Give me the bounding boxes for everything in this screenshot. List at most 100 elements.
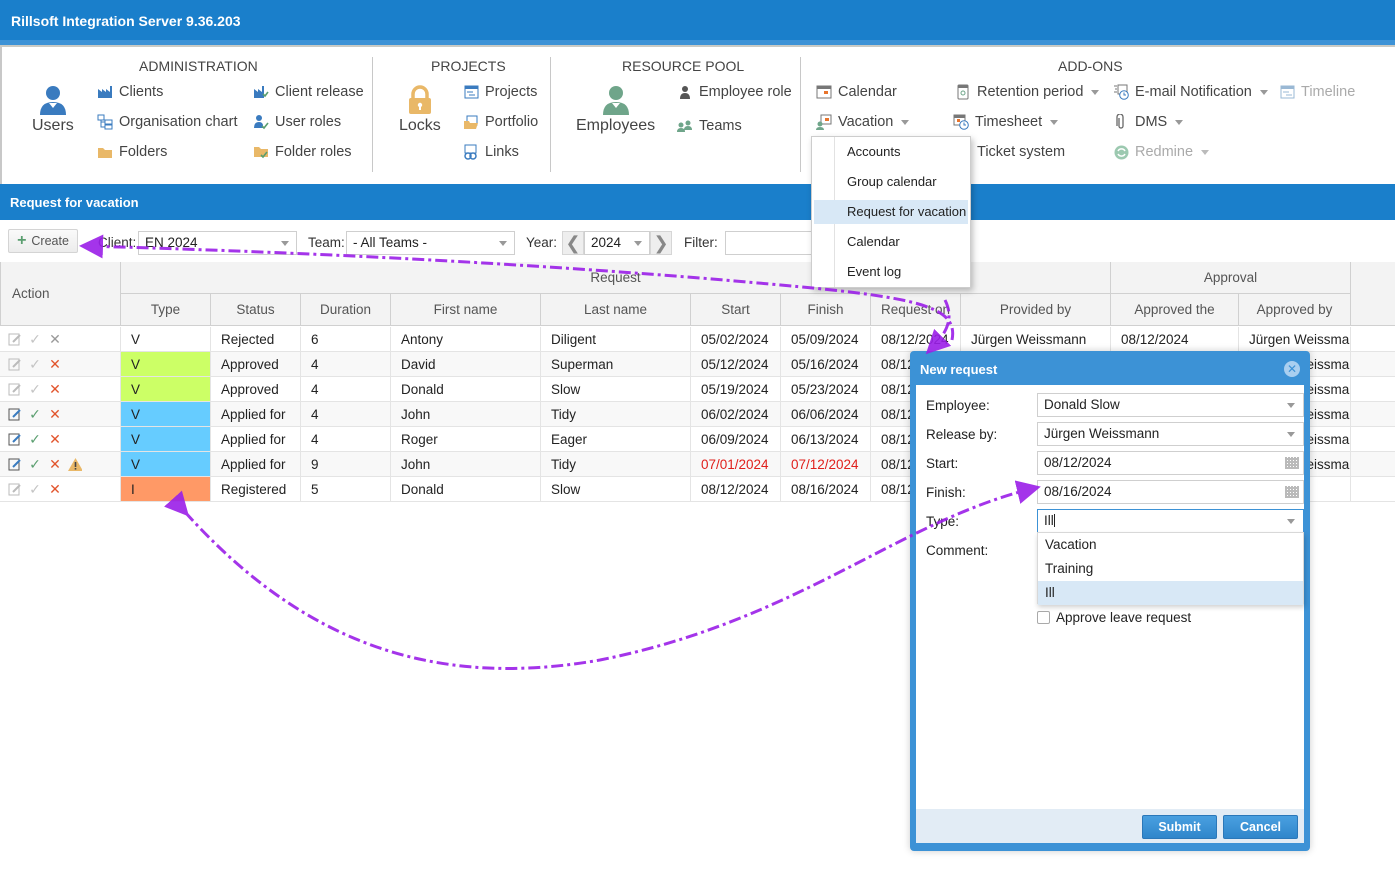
ribbon-users-button[interactable]: Users <box>32 85 74 135</box>
cell-type: V <box>121 327 211 351</box>
menu-item-calendar[interactable]: Calendar <box>814 230 968 254</box>
edit-icon[interactable] <box>8 432 22 446</box>
ribbon-organisation-chart[interactable]: Organisation chart <box>97 114 237 130</box>
reject-x-icon[interactable]: ✕ <box>48 481 62 497</box>
ribbon-folder-roles[interactable]: Folder roles <box>253 144 352 160</box>
cell-status: Applied for <box>211 427 301 451</box>
column-header-approved-the[interactable]: Approved the <box>1111 294 1239 326</box>
ticket-system-label: Ticket system <box>977 144 1066 160</box>
cell-status: Registered <box>211 477 301 501</box>
ribbon-links[interactable]: Links <box>463 144 519 160</box>
column-header-label: Provided by <box>999 302 1072 317</box>
cell-duration: 4 <box>301 352 391 376</box>
start-date-field[interactable]: 08/12/2024 <box>1037 451 1304 475</box>
ribbon-employees-button[interactable]: Employees <box>576 85 655 135</box>
column-header-duration[interactable]: Duration <box>301 294 391 326</box>
retention-icon <box>955 84 971 100</box>
ribbon-dms[interactable]: DMS <box>1113 114 1184 130</box>
user-icon <box>39 86 66 115</box>
finish-date-field[interactable]: 08/16/2024 <box>1037 480 1304 504</box>
approve-check-icon[interactable]: ✓ <box>28 381 42 397</box>
ribbon-teams[interactable]: Teams <box>677 118 742 134</box>
ribbon-user-roles[interactable]: User roles <box>253 114 341 130</box>
client-select[interactable]: EN 2024 <box>138 231 297 255</box>
approve-leave-checkbox[interactable] <box>1037 611 1050 624</box>
submit-button[interactable]: Submit <box>1142 815 1217 839</box>
cancel-button[interactable]: Cancel <box>1223 815 1298 839</box>
ribbon-projects[interactable]: Projects <box>463 84 537 100</box>
client-release-label: Client release <box>275 84 364 100</box>
column-header-request-on[interactable]: Request on <box>871 294 961 326</box>
ribbon-email-notification[interactable]: E-mail Notification <box>1113 84 1268 100</box>
ribbon-folders[interactable]: Folders <box>97 144 167 160</box>
filter-input[interactable] <box>725 231 815 255</box>
ribbon-employee-role[interactable]: Employee role <box>677 84 792 100</box>
column-header-start[interactable]: Start <box>691 294 781 326</box>
approve-check-icon[interactable]: ✓ <box>28 331 42 347</box>
column-header-provided-by[interactable]: Provided by <box>961 294 1111 326</box>
approve-check-icon[interactable]: ✓ <box>28 481 42 497</box>
reject-x-icon[interactable]: ✕ <box>48 406 62 422</box>
menu-item-event-log[interactable]: Event log <box>814 260 968 284</box>
menu-item-request-for-vacation[interactable]: Request for vacation <box>814 200 968 224</box>
ribbon-portfolio[interactable]: Portfolio <box>463 114 538 130</box>
edit-icon[interactable] <box>8 407 22 421</box>
dialog-body: Employee: Donald Slow Release by: Jürgen… <box>916 385 1304 809</box>
edit-icon[interactable] <box>8 457 22 471</box>
ribbon-calendar[interactable]: Calendar <box>816 84 897 100</box>
type-option-ill[interactable]: Ill <box>1038 581 1303 605</box>
employee-select[interactable]: Donald Slow <box>1037 393 1304 417</box>
ribbon-clients[interactable]: Clients <box>97 84 163 100</box>
warning-icon[interactable] <box>68 457 82 471</box>
ribbon-client-release[interactable]: Client release <box>253 84 364 100</box>
column-header-type[interactable]: Type <box>121 294 211 326</box>
previous-year-button[interactable]: ❮ <box>562 231 584 255</box>
edit-icon[interactable] <box>8 382 22 396</box>
calendar-picker-icon[interactable] <box>1285 486 1299 498</box>
next-year-button[interactable]: ❯ <box>650 231 672 255</box>
column-header-status[interactable]: Status <box>211 294 301 326</box>
ribbon-locks-button[interactable]: Locks <box>399 85 441 135</box>
release-by-select[interactable]: Jürgen Weissmann <box>1037 422 1304 446</box>
approve-check-icon[interactable]: ✓ <box>28 431 42 447</box>
edit-icon[interactable] <box>8 332 22 346</box>
approve-check-icon[interactable]: ✓ <box>28 406 42 422</box>
reject-x-icon[interactable]: ✕ <box>48 356 62 372</box>
create-button[interactable]: + Create <box>8 229 78 253</box>
edit-icon[interactable] <box>8 482 22 496</box>
chevron-down-icon <box>901 119 910 125</box>
edit-icon[interactable] <box>8 357 22 371</box>
folders-label: Folders <box>119 144 168 160</box>
reject-x-icon[interactable]: ✕ <box>48 331 62 347</box>
reject-x-icon[interactable]: ✕ <box>48 456 62 472</box>
vacation-label: Vacation <box>838 114 894 130</box>
action-cell: ✓ ✕ <box>0 377 121 401</box>
close-icon[interactable]: ✕ <box>1284 361 1300 377</box>
ribbon-retention-period[interactable]: Retention period <box>955 84 1100 100</box>
column-header-last-name[interactable]: Last name <box>541 294 691 326</box>
ribbon-timesheet[interactable]: Timesheet <box>953 114 1059 130</box>
column-header-first-name[interactable]: First name <box>391 294 541 326</box>
table-row[interactable]: ✓ ✕ V Rejected 6 Antony Diligent 05/02/2024 05/0… <box>0 327 1395 352</box>
link-icon <box>463 144 479 160</box>
team-select[interactable]: - All Teams - <box>346 231 515 255</box>
column-header-approved-by[interactable]: Approved by <box>1239 294 1351 326</box>
approve-check-icon[interactable]: ✓ <box>28 456 42 472</box>
cell-start: 08/12/2024 <box>691 477 781 501</box>
reject-x-icon[interactable]: ✕ <box>48 431 62 447</box>
year-select[interactable]: 2024 <box>584 231 650 255</box>
type-option-vacation[interactable]: Vacation <box>1038 533 1303 557</box>
menu-item-group-calendar[interactable]: Group calendar <box>814 170 968 194</box>
cell-type: V <box>121 352 211 376</box>
type-option-training[interactable]: Training <box>1038 557 1303 581</box>
reject-x-icon[interactable]: ✕ <box>48 381 62 397</box>
menu-item-accounts[interactable]: Accounts <box>814 140 968 164</box>
column-header-finish[interactable]: Finish <box>781 294 871 326</box>
ribbon-timeline[interactable]: Timeline <box>1279 84 1355 100</box>
ribbon-redmine[interactable]: Redmine <box>1113 144 1210 160</box>
ribbon-ticket-system[interactable]: Ticket system <box>955 144 1065 160</box>
approve-check-icon[interactable]: ✓ <box>28 356 42 372</box>
type-select[interactable]: Ill <box>1037 509 1304 533</box>
ribbon-vacation[interactable]: Vacation <box>816 114 910 130</box>
calendar-picker-icon[interactable] <box>1285 457 1299 469</box>
